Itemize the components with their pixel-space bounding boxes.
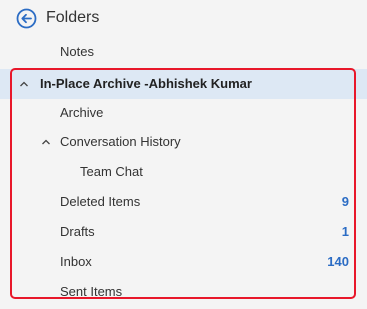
folder-label: Notes bbox=[60, 44, 94, 59]
folder-label: Conversation History bbox=[60, 134, 181, 149]
chevron-up-icon[interactable] bbox=[40, 136, 52, 148]
folder-item-conversation-history[interactable]: Conversation History bbox=[0, 127, 367, 157]
unread-count-badge: 140 bbox=[327, 254, 349, 269]
folder-label: Inbox bbox=[60, 254, 92, 269]
folder-group-in-place-archive[interactable]: In-Place Archive -Abhishek Kumar bbox=[0, 69, 367, 99]
folder-label: Archive bbox=[60, 105, 104, 120]
folder-item-drafts[interactable]: Drafts 1 bbox=[0, 217, 367, 247]
folder-item-sent-items[interactable]: Sent Items bbox=[0, 277, 367, 307]
folder-label: Sent Items bbox=[60, 284, 123, 299]
folder-item-archive[interactable]: Archive bbox=[0, 98, 367, 128]
folder-label: Team Chat bbox=[80, 164, 143, 179]
folder-group-label: In-Place Archive -Abhishek Kumar bbox=[40, 76, 252, 91]
unread-count-badge: 9 bbox=[341, 194, 349, 209]
unread-count-badge: 1 bbox=[341, 224, 349, 239]
folder-item-deleted-items[interactable]: Deleted Items 9 bbox=[0, 187, 367, 217]
folder-item-notes[interactable]: Notes bbox=[0, 37, 367, 67]
folder-item-inbox[interactable]: Inbox 140 bbox=[0, 247, 367, 277]
folder-pane: Folders Notes In-Place Archive -Abhishek… bbox=[0, 0, 367, 309]
back-arrow-circle-icon[interactable] bbox=[16, 8, 37, 29]
folder-label: Drafts bbox=[60, 224, 95, 239]
folder-item-team-chat[interactable]: Team Chat bbox=[0, 157, 367, 187]
chevron-up-icon[interactable] bbox=[18, 78, 30, 90]
folder-pane-header: Folders bbox=[0, 0, 367, 36]
pane-title: Folders bbox=[46, 9, 100, 26]
folder-label: Deleted Items bbox=[60, 194, 141, 209]
